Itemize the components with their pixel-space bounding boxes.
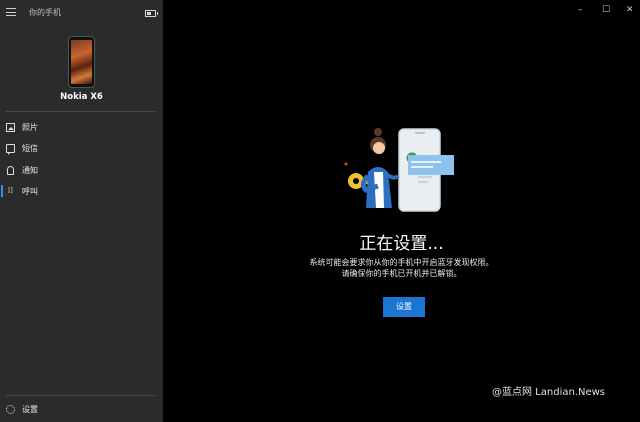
- battery-icon: [145, 10, 158, 17]
- app-title: 你的手机: [29, 8, 61, 17]
- bell-icon: [7, 166, 14, 175]
- watermark: @蓝点网 Landian.News: [492, 383, 605, 398]
- sidebar-divider: [6, 111, 155, 112]
- sidebar-divider: [6, 395, 155, 396]
- maximize-button[interactable]: ☐: [602, 5, 610, 15]
- sidebar-header: 你的手机: [0, 0, 163, 26]
- setup-button[interactable]: 设置: [383, 297, 425, 317]
- page-title: 正在设置...: [359, 234, 444, 254]
- close-button[interactable]: ✕: [626, 5, 634, 15]
- watermark-text: @蓝点网 Landian.News: [492, 387, 606, 398]
- description-line: 系统可能会要求你从你的手机中开启蓝牙发现权限。: [309, 258, 494, 267]
- sidebar-item-label: 照片: [22, 123, 38, 132]
- sidebar-item-label: 短信: [22, 144, 38, 153]
- setup-illustration: [344, 128, 454, 212]
- gear-icon: [6, 405, 15, 414]
- sidebar-item-notifications[interactable]: 通知: [0, 160, 163, 180]
- dialpad-icon: ⁞⁞: [7, 186, 14, 196]
- phone-image: [68, 36, 95, 88]
- sidebar-item-label: 通知: [22, 166, 38, 175]
- device-name: Nokia X6: [60, 92, 103, 102]
- description-line: 请确保你的手机已开机并已解锁。: [341, 269, 462, 278]
- sidebar-item-label: 设置: [22, 405, 38, 414]
- hamburger-menu-icon[interactable]: [6, 8, 16, 16]
- sidebar-item-label: 呼叫: [22, 187, 38, 196]
- sidebar-item-settings[interactable]: 设置: [0, 399, 163, 419]
- minimize-button[interactable]: –: [578, 5, 583, 15]
- sidebar-item-messages[interactable]: 短信: [0, 138, 163, 158]
- photo-icon: [6, 123, 15, 132]
- message-icon: [6, 144, 15, 155]
- sidebar-item-photos[interactable]: 照片: [0, 117, 163, 137]
- sidebar: 你的手机 Nokia X6 照片 短信 通知 ⁞⁞ 呼叫 设置: [0, 0, 163, 422]
- sidebar-item-calls[interactable]: ⁞⁞ 呼叫: [0, 181, 163, 201]
